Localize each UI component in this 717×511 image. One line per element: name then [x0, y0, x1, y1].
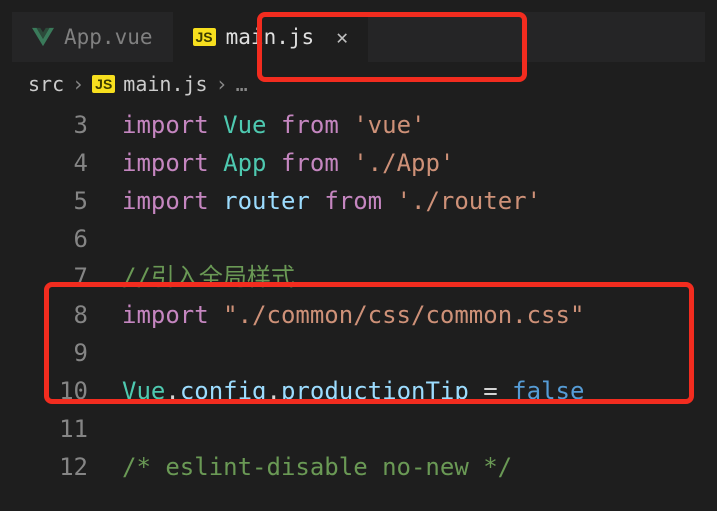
line-number: 10: [12, 372, 122, 410]
code-line[interactable]: 10Vue.config.productionTip = false: [12, 372, 705, 410]
line-number: 4: [12, 144, 122, 182]
code-line[interactable]: 12/* eslint-disable no-new */: [12, 448, 705, 486]
tab-bar: App.vue JS main.js ✕: [12, 12, 705, 62]
tab-app-vue[interactable]: App.vue: [12, 12, 173, 62]
line-number: 7: [12, 258, 122, 296]
close-icon[interactable]: ✕: [336, 25, 348, 49]
line-number: 9: [12, 334, 122, 372]
breadcrumb-part[interactable]: main.js: [123, 72, 207, 96]
line-number: 11: [12, 410, 122, 448]
code-line[interactable]: 4import App from './App': [12, 144, 705, 182]
code-line[interactable]: 11: [12, 410, 705, 448]
line-number: 6: [12, 220, 122, 258]
tab-label: main.js: [226, 25, 315, 49]
code-editor[interactable]: 3import Vue from 'vue'4import App from '…: [12, 102, 705, 486]
js-icon: JS: [92, 75, 115, 93]
code-content: import router from './router': [122, 182, 541, 220]
code-line[interactable]: 6: [12, 220, 705, 258]
code-content: Vue.config.productionTip = false: [122, 372, 584, 410]
code-line[interactable]: 9: [12, 334, 705, 372]
vue-icon: [32, 27, 54, 47]
breadcrumb-part[interactable]: src: [28, 72, 64, 96]
code-content: import App from './App': [122, 144, 454, 182]
tab-label: App.vue: [64, 25, 153, 49]
code-line[interactable]: 7//引入全局样式: [12, 258, 705, 296]
js-icon: JS: [193, 28, 216, 46]
code-content: //引入全局样式: [122, 258, 295, 296]
tab-main-js[interactable]: JS main.js ✕: [173, 12, 369, 62]
code-content: import Vue from 'vue': [122, 106, 425, 144]
breadcrumb-ellipsis[interactable]: …: [236, 72, 248, 96]
line-number: 5: [12, 182, 122, 220]
code-content: /* eslint-disable no-new */: [122, 448, 512, 486]
breadcrumb: src › JS main.js › …: [12, 62, 705, 102]
code-line[interactable]: 3import Vue from 'vue': [12, 106, 705, 144]
chevron-right-icon: ›: [216, 72, 228, 96]
chevron-right-icon: ›: [72, 72, 84, 96]
line-number: 3: [12, 106, 122, 144]
code-line[interactable]: 5import router from './router': [12, 182, 705, 220]
line-number: 8: [12, 296, 122, 334]
code-content: import "./common/css/common.css": [122, 296, 584, 334]
code-line[interactable]: 8import "./common/css/common.css": [12, 296, 705, 334]
line-number: 12: [12, 448, 122, 486]
